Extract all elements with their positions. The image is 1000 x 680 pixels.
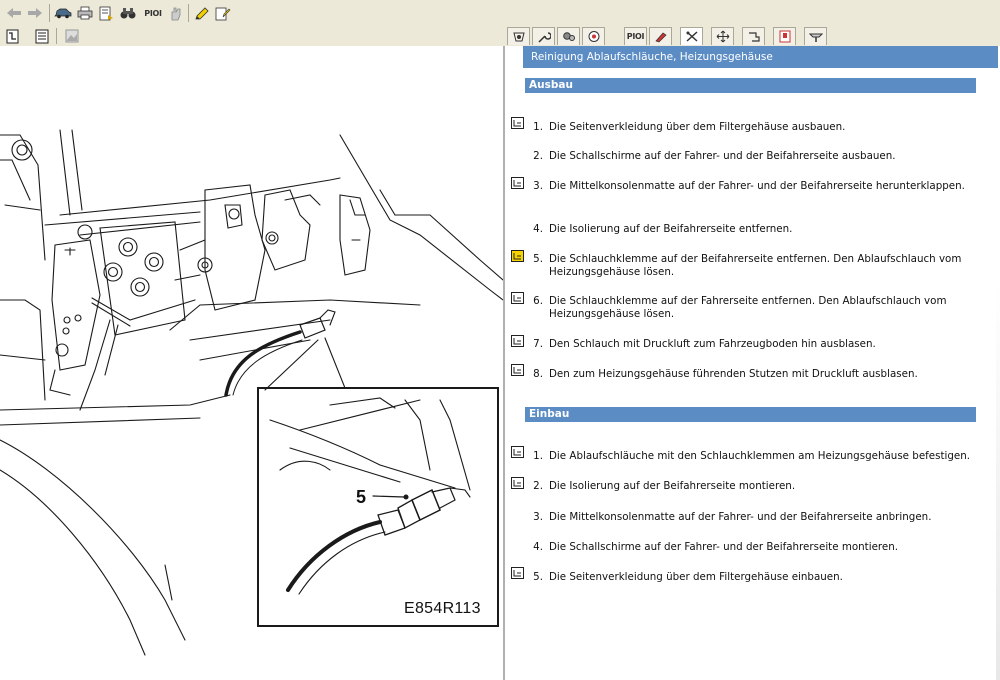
page-title: Reinigung Ablaufschläuche, Heizungsgehäu… (523, 46, 998, 68)
panel-scrollbar[interactable] (996, 68, 1000, 680)
tab-timing-icon[interactable] (507, 27, 530, 45)
back-arrow-icon[interactable] (4, 3, 24, 23)
callout-number: 5 (356, 487, 367, 507)
tab-repair-icon[interactable] (680, 27, 703, 45)
tab-diagnosis-icon[interactable] (649, 27, 672, 45)
forward-arrow-icon[interactable] (25, 3, 45, 23)
toolbar-divider (49, 4, 50, 22)
image-view-icon[interactable] (63, 27, 81, 45)
print-icon[interactable] (75, 3, 95, 23)
reference-link-icon[interactable] (511, 446, 524, 458)
tab-bulletin-icon[interactable] (773, 27, 796, 45)
heater-housing-drawing (0, 129, 503, 656)
reference-link-icon[interactable] (511, 567, 524, 579)
list-view-icon[interactable] (33, 27, 51, 45)
technical-illustration: 5 E854R113 (0, 46, 503, 680)
open-document-icon[interactable] (4, 27, 22, 45)
edit-document-icon[interactable] (213, 3, 233, 23)
toolbar-divider (56, 28, 57, 44)
reference-link-icon[interactable] (511, 335, 524, 347)
hand-icon[interactable] (166, 3, 186, 23)
figure-code: E854R113 (404, 600, 481, 617)
highlighted-reference-icon[interactable] (511, 250, 524, 262)
reference-link-icon[interactable] (511, 292, 524, 304)
instruction-panel: Reinigung Ablaufschläuche, Heizungsgehäu… (503, 46, 1000, 680)
pencil-icon[interactable] (192, 3, 212, 23)
reference-link-icon[interactable] (511, 364, 524, 376)
document-list-icon[interactable] (96, 3, 116, 23)
section-heading-einbau: Einbau (525, 407, 976, 422)
tab-wrench-icon[interactable] (532, 27, 555, 45)
reference-link-icon[interactable] (511, 117, 524, 129)
reference-link-icon[interactable] (511, 477, 524, 489)
tab-move-icon[interactable] (711, 27, 734, 45)
tab-gears-icon[interactable] (557, 27, 580, 45)
tab-parts-icon[interactable] (582, 27, 605, 45)
tab-lift-icon[interactable] (804, 27, 827, 45)
main-toolbar: PIOI (0, 0, 1000, 27)
toolbar-divider (188, 4, 189, 22)
view-toolbar: PIOI (0, 26, 1000, 47)
binoculars-icon[interactable] (118, 3, 138, 23)
reference-link-icon[interactable] (511, 177, 524, 189)
tab-tools-icon[interactable] (742, 27, 765, 45)
tab-pioi[interactable]: PIOI (624, 27, 647, 45)
pioi-button[interactable]: PIOI (142, 3, 164, 23)
section-heading-ausbau: Ausbau (525, 78, 976, 93)
car-icon[interactable] (53, 3, 73, 23)
